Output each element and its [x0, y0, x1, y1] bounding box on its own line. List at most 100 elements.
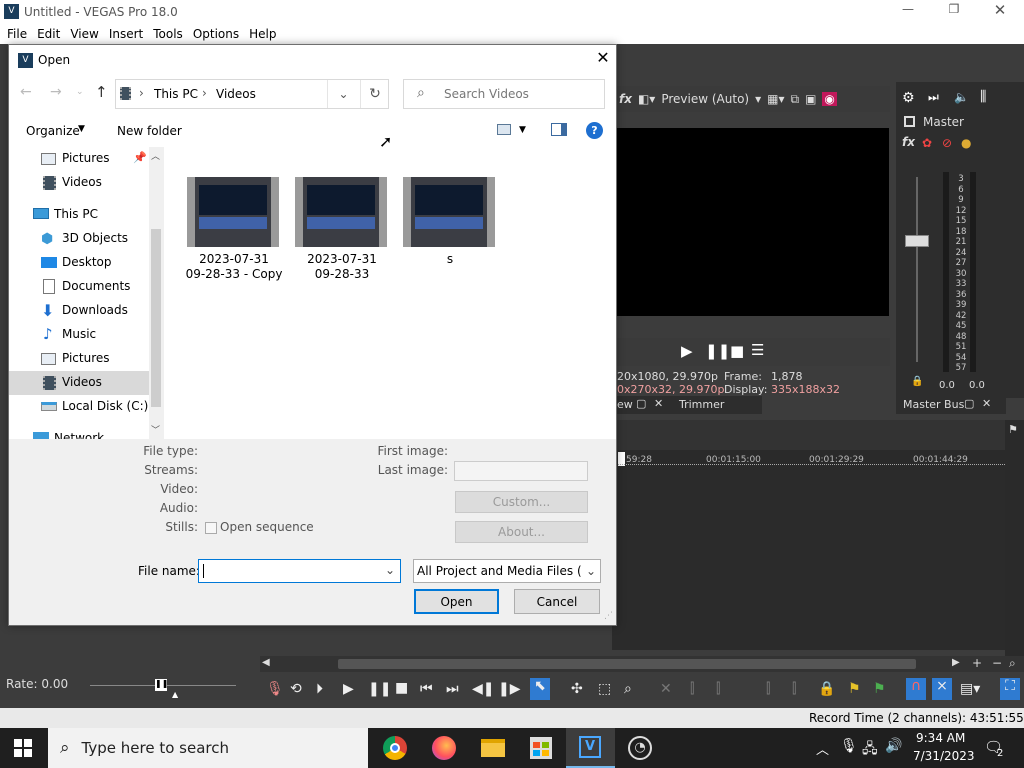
nav-item-pictures[interactable]: Pictures: [9, 347, 149, 371]
about-button[interactable]: About...: [455, 521, 588, 543]
zoom-tool-icon[interactable]: ⌕: [624, 681, 632, 697]
file-item[interactable]: 2023-07-31 09-28-33 - Copy: [177, 177, 291, 287]
normal-edit-tool-icon[interactable]: ⬉: [530, 678, 550, 700]
split-icon[interactable]: ⫿: [716, 681, 720, 697]
store-icon[interactable]: [530, 737, 552, 759]
obs-icon[interactable]: ◔: [628, 736, 652, 760]
selection-tool-icon[interactable]: ⬚: [598, 681, 611, 697]
timeline-horizontal-scrollbar[interactable]: ◀ ▶ + − ⌕: [260, 656, 1024, 672]
chrome-icon[interactable]: [383, 736, 407, 760]
minimize-button[interactable]: —: [896, 2, 920, 22]
vegas-taskbar-button[interactable]: V: [566, 728, 615, 768]
copy-snapshot-icon[interactable]: ⧉: [791, 92, 800, 107]
nav-item-videos[interactable]: Videos: [9, 371, 149, 395]
zoom-tool-icon[interactable]: ⌕: [1009, 656, 1016, 671]
tab-trimmer[interactable]: Trimmer: [679, 398, 724, 411]
clock-date[interactable]: 7/31/2023: [913, 749, 975, 763]
start-button[interactable]: [14, 739, 32, 757]
address-bar[interactable]: › This PC › Videos ⌄ ↻: [115, 79, 389, 109]
navigation-scrollbar[interactable]: ︿ ﹀: [149, 147, 164, 439]
custom-button[interactable]: Custom...: [455, 491, 588, 513]
address-dropdown-icon[interactable]: ⌄: [327, 80, 359, 108]
plugin-icon[interactable]: ✿: [922, 136, 932, 150]
show-hidden-icons-icon[interactable]: ︿: [816, 739, 829, 758]
nav-item-music[interactable]: ♪ Music: [9, 323, 149, 347]
recent-locations-icon[interactable]: ⌄: [76, 87, 84, 97]
go-to-end-icon[interactable]: ⏭: [446, 681, 459, 697]
resize-grip-icon[interactable]: ⋰: [604, 611, 613, 621]
firefox-icon[interactable]: [432, 736, 456, 760]
nav-item-network[interactable]: Network: [9, 427, 149, 439]
marker-flag-icon[interactable]: ⚑: [1008, 423, 1018, 436]
menu-insert[interactable]: Insert: [109, 27, 143, 41]
marker-icon[interactable]: ⚑: [848, 681, 861, 697]
channels-icon[interactable]: ⫼: [980, 89, 986, 105]
scroll-thumb[interactable]: [151, 229, 161, 407]
record-icon[interactable]: ◉: [822, 92, 837, 106]
maximize-button[interactable]: ❐: [942, 2, 966, 22]
close-tab-icon[interactable]: ✕: [654, 397, 663, 410]
back-icon[interactable]: ←: [20, 84, 32, 100]
preview-quality-chevron-icon[interactable]: ▾: [755, 92, 761, 106]
breadcrumb-this-pc[interactable]: This PC: [154, 87, 198, 101]
up-folder-icon[interactable]: ↑: [95, 83, 108, 101]
undock-icon[interactable]: ▢: [636, 397, 646, 410]
search-videos-input[interactable]: ⌕ Search Videos: [403, 79, 605, 109]
previous-frame-icon[interactable]: ◀❚: [472, 681, 495, 697]
nav-item-local-disk[interactable]: Local Disk (C:): [9, 395, 149, 419]
lock-icon[interactable]: 🔒: [911, 376, 923, 387]
timeline-tracks[interactable]: [612, 470, 1007, 650]
organize-chevron-icon[interactable]: ▼: [78, 124, 85, 134]
help-icon[interactable]: ?: [586, 122, 603, 139]
refresh-icon[interactable]: ↻: [360, 80, 389, 108]
dialog-close-button[interactable]: ✕: [593, 48, 613, 70]
envelope-tool-icon[interactable]: ✣: [571, 681, 583, 697]
zoom-out-icon[interactable]: −: [992, 656, 1002, 670]
menu-options[interactable]: Options: [193, 27, 239, 41]
solo-icon[interactable]: ●: [961, 136, 971, 150]
open-sequence-checkbox[interactable]: [205, 522, 217, 534]
view-options-icon[interactable]: [497, 124, 511, 135]
pause-icon[interactable]: ❚❚: [705, 342, 730, 360]
speaker-icon[interactable]: 🔈: [954, 90, 969, 104]
auto-crossfade-icon[interactable]: ⨯: [932, 678, 952, 700]
file-name-dropdown-icon[interactable]: ⌄: [385, 563, 395, 577]
ripple-edit-icon[interactable]: ▤▾: [960, 681, 980, 697]
file-item[interactable]: 2023-07-31 09-28-33: [285, 177, 399, 287]
play-icon[interactable]: ▶: [681, 342, 693, 360]
next-frame-icon[interactable]: ❚▶: [498, 681, 521, 697]
nav-item-pictures-quick[interactable]: Pictures 📌: [9, 147, 149, 171]
nav-item-documents[interactable]: Documents: [9, 275, 149, 299]
scroll-down-icon[interactable]: ﹀: [151, 423, 160, 436]
master-checkbox[interactable]: [904, 116, 915, 127]
fx-icon[interactable]: fx: [619, 92, 632, 106]
stop-icon[interactable]: ■: [395, 680, 408, 696]
menu-view[interactable]: View: [70, 27, 98, 41]
cancel-button[interactable]: Cancel: [514, 589, 600, 614]
trim-end-icon[interactable]: ⫿: [792, 681, 796, 697]
downmix-icon[interactable]: ⏭: [928, 90, 939, 105]
trim-icon[interactable]: ⫿: [690, 681, 694, 697]
menu-icon[interactable]: ☰: [751, 341, 764, 359]
snapping-icon[interactable]: ∩: [906, 678, 926, 700]
file-type-select[interactable]: All Project and Media Files (*.ve ⌄: [413, 559, 601, 583]
breadcrumb-videos[interactable]: Videos: [216, 87, 256, 101]
play-icon[interactable]: ▶: [343, 681, 354, 697]
menu-file[interactable]: File: [7, 27, 27, 41]
file-name-input[interactable]: ⌄: [198, 559, 401, 583]
scroll-right-icon[interactable]: ▶: [952, 657, 960, 668]
new-folder-button[interactable]: New folder: [117, 124, 182, 138]
fx-chain-icon[interactable]: fx: [902, 135, 915, 149]
loop-icon[interactable]: ⟲: [290, 681, 302, 697]
file-type-chevron-icon[interactable]: ⌄: [582, 560, 600, 582]
fader-handle[interactable]: [905, 235, 929, 247]
file-item[interactable]: s: [393, 177, 507, 287]
nav-item-this-pc[interactable]: This PC: [9, 203, 149, 227]
stop-icon[interactable]: ■: [730, 342, 744, 360]
microphone-icon[interactable]: 🎙: [840, 738, 858, 754]
scroll-thumb[interactable]: [338, 659, 916, 669]
preview-pane-icon[interactable]: [551, 123, 567, 136]
network-icon[interactable]: 🖧: [862, 738, 878, 762]
menu-edit[interactable]: Edit: [37, 27, 60, 41]
trim-start-icon[interactable]: ⫿: [766, 681, 770, 697]
